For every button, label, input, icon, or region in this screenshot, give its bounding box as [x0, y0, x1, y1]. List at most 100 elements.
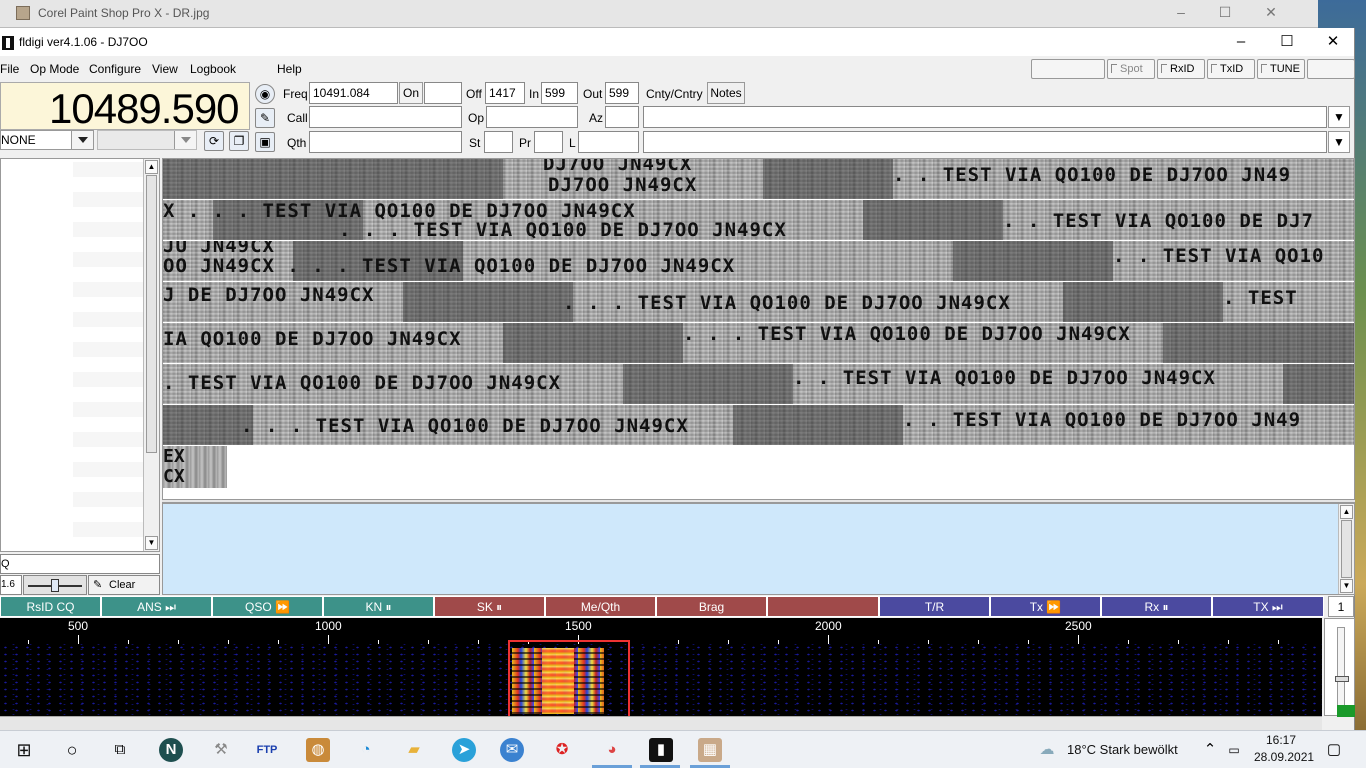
clock-date[interactable]: 28.09.2021: [1254, 750, 1314, 764]
browser-row[interactable]: [73, 432, 143, 447]
maximize-button[interactable]: ☐: [1264, 30, 1310, 54]
browser-row[interactable]: [73, 402, 143, 417]
freq-field[interactable]: 10491.084: [309, 82, 398, 104]
waterfall-display[interactable]: [0, 640, 1322, 716]
level-slider[interactable]: [1335, 627, 1349, 713]
browser-row[interactable]: [73, 222, 143, 237]
menu-help[interactable]: Help: [277, 62, 302, 76]
chrome-icon[interactable]: ◕: [600, 738, 624, 762]
country-field[interactable]: [643, 106, 1327, 128]
scroll-down-icon[interactable]: ▼: [1340, 579, 1353, 593]
app-orange-icon[interactable]: ◍: [306, 738, 330, 762]
macro-button[interactable]: TX ⏭: [1212, 596, 1324, 617]
weather-text[interactable]: 18°C Stark bewölkt: [1067, 742, 1178, 757]
ftp-icon[interactable]: FTP: [255, 738, 279, 762]
spot-toggle[interactable]: Spot: [1107, 59, 1155, 79]
telegram-icon[interactable]: ➤: [452, 738, 476, 762]
clear-button[interactable]: ✎ Clear: [88, 575, 160, 595]
macro-button[interactable]: Brag: [656, 596, 767, 617]
paintshop-task-icon[interactable]: ▦: [698, 738, 722, 762]
notes-dropdown[interactable]: ▼: [1328, 131, 1350, 153]
browser-row[interactable]: [73, 192, 143, 207]
slider-knob[interactable]: [51, 579, 59, 592]
bg-maximize-button[interactable]: ☐: [1202, 4, 1248, 21]
close-button[interactable]: ✕: [1310, 30, 1356, 54]
browser-search-input[interactable]: Q: [0, 554, 160, 574]
menu-opmode[interactable]: Op Mode: [30, 62, 79, 76]
weather-icon[interactable]: ☁: [1035, 738, 1059, 762]
browser-row[interactable]: [73, 492, 143, 507]
signal-browser[interactable]: ▲ ▼: [0, 158, 160, 552]
extra-blank-button[interactable]: [1307, 59, 1355, 79]
fldigi-task-icon[interactable]: ▮: [649, 738, 673, 762]
menu-file[interactable]: File: [0, 62, 19, 76]
tools-icon[interactable]: ⚒: [209, 738, 233, 762]
scroll-down-icon[interactable]: ▼: [145, 536, 158, 550]
rxid-toggle[interactable]: RxID: [1157, 59, 1205, 79]
scroll-thumb[interactable]: [146, 175, 157, 453]
browser-row[interactable]: [73, 342, 143, 357]
browser-row[interactable]: [73, 312, 143, 327]
status-blank-button[interactable]: [1031, 59, 1105, 79]
macro-button[interactable]: KN ⏸: [323, 596, 434, 617]
file-explorer-icon[interactable]: ▰: [402, 738, 426, 762]
rst-out-field[interactable]: 599: [605, 82, 639, 104]
scroll-up-icon[interactable]: ▲: [145, 160, 158, 174]
txid-toggle[interactable]: TxID: [1207, 59, 1255, 79]
country-dropdown[interactable]: ▼: [1328, 106, 1350, 128]
macro-button[interactable]: ANS ⏭: [101, 596, 212, 617]
transmit-text-pane[interactable]: ▲ ▼: [162, 503, 1355, 595]
menu-configure[interactable]: Configure: [89, 62, 141, 76]
level-knob[interactable]: [1335, 676, 1349, 682]
search-icon[interactable]: ○: [60, 738, 84, 762]
save-icon[interactable]: ▣: [255, 132, 275, 152]
app-n-icon[interactable]: N: [159, 738, 183, 762]
minimize-button[interactable]: –: [1218, 30, 1264, 54]
bg-minimize-button[interactable]: –: [1158, 4, 1204, 20]
tune-toggle[interactable]: TUNE: [1257, 59, 1305, 79]
frequency-display[interactable]: 10489.590: [0, 82, 250, 132]
menu-view[interactable]: View: [152, 62, 178, 76]
titlebar[interactable]: fldigi ver4.1.06 - DJ7OO – ☐ ✕: [0, 28, 1354, 56]
notes-field[interactable]: [643, 131, 1327, 153]
az-field[interactable]: [605, 106, 639, 128]
tx-scrollbar[interactable]: ▲ ▼: [1338, 504, 1354, 594]
locator-field[interactable]: [578, 131, 639, 153]
scroll-thumb[interactable]: [1341, 520, 1352, 578]
on-button[interactable]: On: [399, 82, 423, 104]
off-field[interactable]: 1417: [485, 82, 525, 104]
rst-in-field[interactable]: 599: [541, 82, 578, 104]
clock-time[interactable]: 16:17: [1266, 733, 1296, 747]
edge-browser-icon[interactable]: ◔: [354, 738, 378, 762]
macro-button[interactable]: Rx ⏸: [1101, 596, 1212, 617]
app-red-icon[interactable]: ✪: [550, 738, 574, 762]
on-field[interactable]: [424, 82, 462, 104]
mode-combo[interactable]: NONE: [0, 130, 94, 150]
bg-close-button[interactable]: ✕: [1248, 4, 1294, 21]
browser-row[interactable]: [73, 282, 143, 297]
level-meter[interactable]: [1324, 618, 1355, 717]
waterfall-scale[interactable]: 500 1000 1500 2000 2500: [0, 618, 1322, 644]
macro-set-selector[interactable]: 1: [1328, 596, 1354, 617]
chevron-down-icon[interactable]: [174, 131, 196, 149]
messenger-icon[interactable]: ✉: [500, 738, 524, 762]
macro-button[interactable]: T/R: [879, 596, 990, 617]
scroll-up-icon[interactable]: ▲: [1340, 505, 1353, 519]
state-field[interactable]: [484, 131, 513, 153]
macro-button[interactable]: SK ⏸: [434, 596, 545, 617]
macro-button[interactable]: [767, 596, 879, 617]
call-field[interactable]: [309, 106, 462, 128]
macro-button[interactable]: Me/Qth: [545, 596, 656, 617]
refresh-icon[interactable]: ⟳: [204, 131, 224, 151]
receive-text-pane[interactable]: DJ7OO JN49CX DJ7OO JN49CX . . TEST VIA Q…: [162, 158, 1355, 500]
copy-icon[interactable]: ❐: [229, 131, 249, 151]
macro-button[interactable]: RsID CQ: [0, 596, 101, 617]
bandwidth-combo[interactable]: [97, 130, 197, 150]
windows-start-icon[interactable]: ⊞: [12, 738, 36, 762]
chevron-up-icon[interactable]: ⌃: [1198, 738, 1222, 762]
qth-field[interactable]: [309, 131, 462, 153]
province-field[interactable]: [534, 131, 563, 153]
broom-clear-icon[interactable]: ✎: [255, 108, 275, 128]
browser-row[interactable]: [73, 462, 143, 477]
macro-button[interactable]: QSO ⏩: [212, 596, 323, 617]
